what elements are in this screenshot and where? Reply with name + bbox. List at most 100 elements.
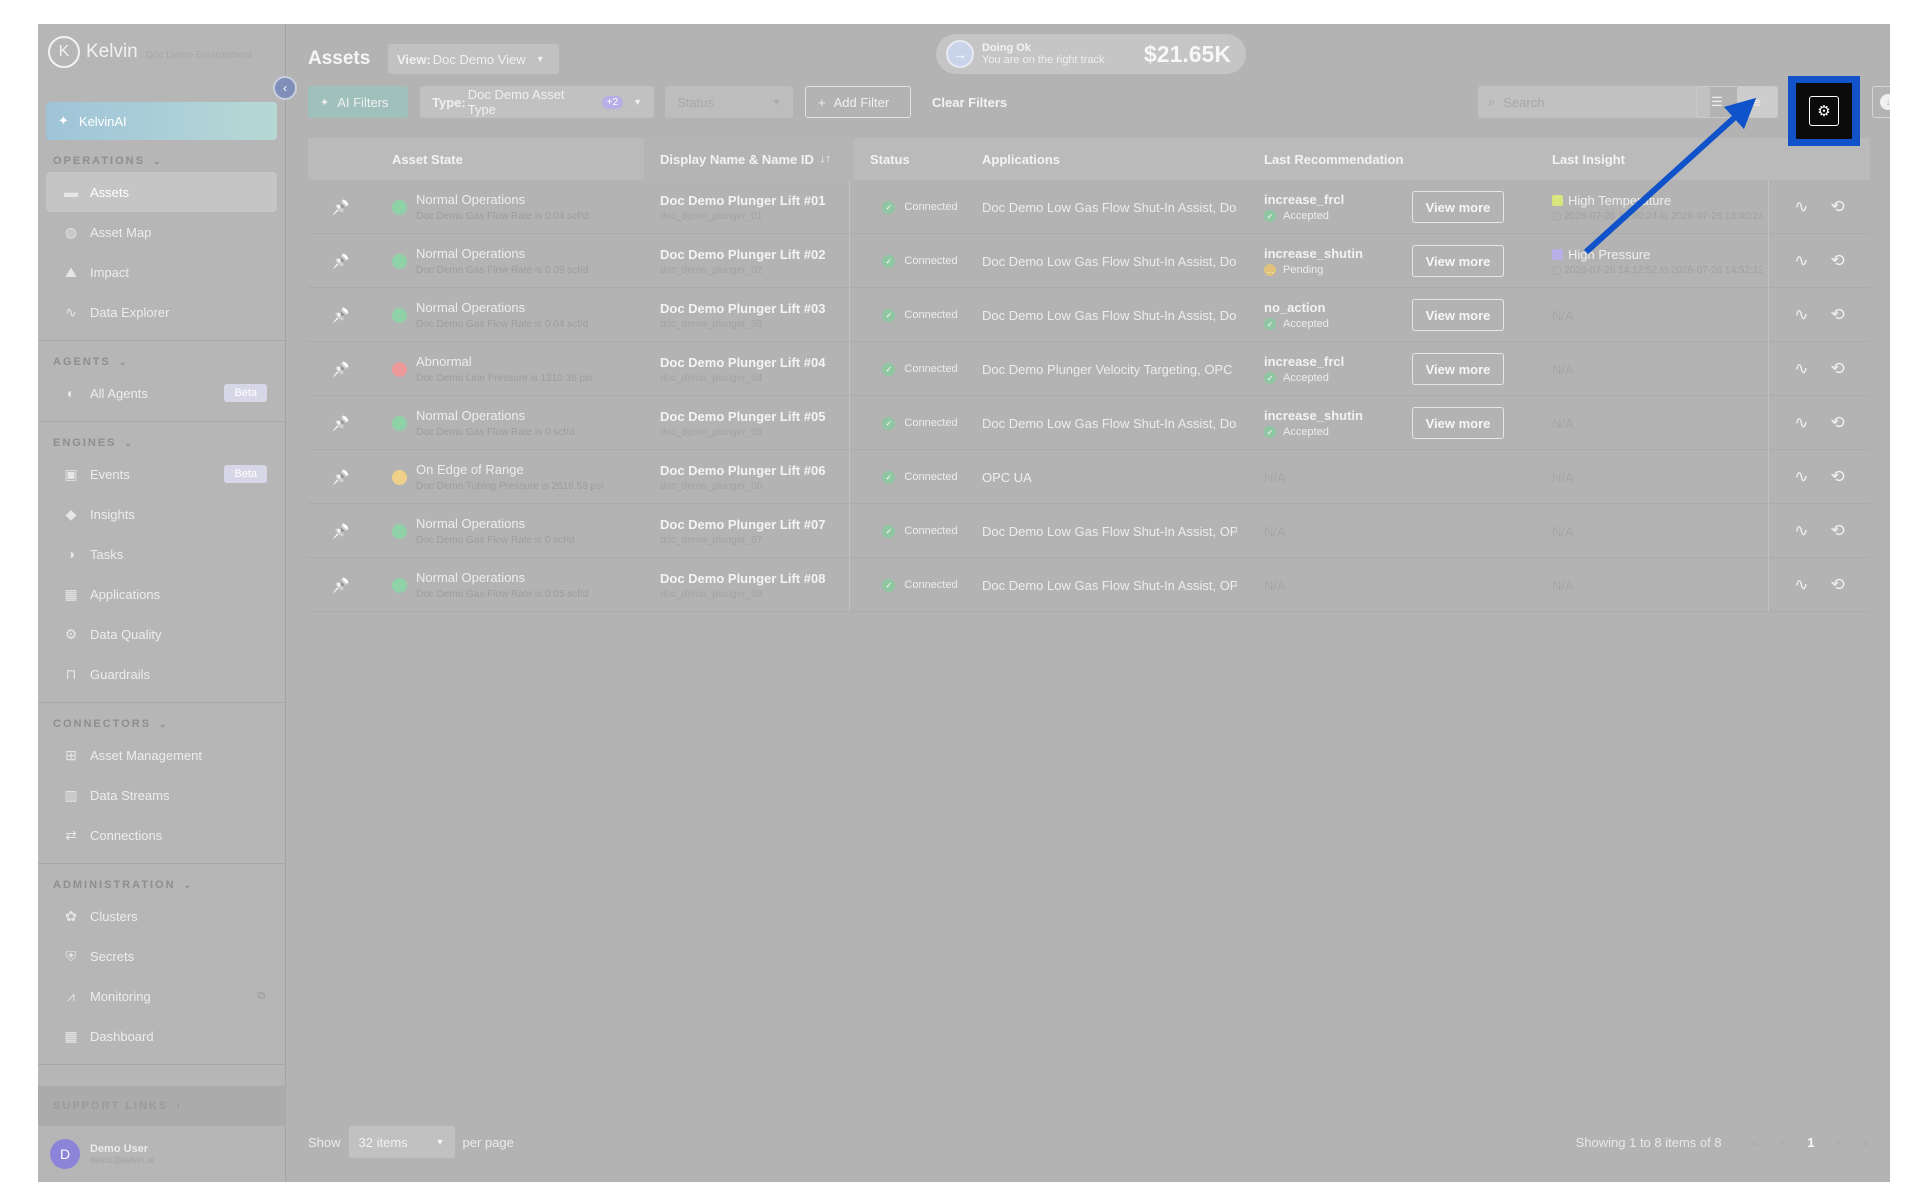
table-settings-button[interactable]: ⚙ [1796, 83, 1852, 139]
ai-filters-button[interactable]: ✦ AI Filters [308, 86, 408, 118]
first-page-icon[interactable]: « [1752, 1135, 1759, 1150]
sidebar-item-all-agents[interactable]: ◐ All Agents Beta [46, 373, 277, 413]
sidebar-item-data-streams[interactable]: ▥ Data Streams [46, 775, 277, 815]
brand[interactable]: K Kelvin Doc Demo Environment [38, 24, 285, 80]
next-page-icon[interactable]: › [1836, 1135, 1840, 1150]
table-row[interactable]: 📌 Normal Operations Doc Demo Gas Flow Rate… [308, 396, 1870, 450]
view-selector[interactable]: View: Doc Demo View ▼ [388, 44, 559, 74]
column-last-insight[interactable]: Last Insight [1552, 138, 1625, 180]
column-last-recommendation[interactable]: Last Recommendation [1264, 138, 1403, 180]
pin-icon[interactable]: 📌 [332, 180, 350, 234]
density-comfortable-icon[interactable]: ☰ [1697, 87, 1737, 117]
sidebar-item-secrets[interactable]: ⛨ Secrets [46, 936, 277, 976]
table-row[interactable]: 📌 Normal Operations Doc Demo Gas Flow Rate… [308, 504, 1870, 558]
clear-filters-button[interactable]: Clear Filters [920, 86, 1019, 118]
data-explorer-icon[interactable]: ∿ [1794, 521, 1808, 541]
asset-settings-icon[interactable]: ⟲ [1831, 251, 1845, 271]
per-page-select[interactable]: 32 items ▼ [348, 1126, 455, 1158]
sidebar-item-connections[interactable]: ⇄ Connections [46, 815, 277, 855]
asset-settings-icon[interactable]: ⟲ [1831, 359, 1845, 379]
data-explorer-icon[interactable]: ∿ [1794, 251, 1808, 271]
search-input[interactable]: ⌕ Search [1478, 86, 1710, 118]
sidebar-item-dashboard[interactable]: ▦ Dashboard [46, 1016, 277, 1056]
asset-display-name[interactable]: Doc Demo Plunger Lift #01 [660, 193, 849, 208]
asset-settings-icon[interactable]: ⟲ [1831, 197, 1845, 217]
last-page-icon[interactable]: » [1863, 1135, 1870, 1150]
asset-display-name[interactable]: Doc Demo Plunger Lift #03 [660, 301, 849, 316]
data-explorer-icon[interactable]: ∿ [1794, 197, 1808, 217]
view-more-button[interactable]: View more [1412, 299, 1504, 331]
user-profile[interactable]: D Demo User demo@kelvin.ai [38, 1126, 286, 1182]
kelvinai-button[interactable]: ✦ KelvinAI [46, 102, 277, 140]
pin-icon[interactable]: 📌 [332, 558, 350, 612]
sidebar-item-impact[interactable]: ⛰ Impact [46, 252, 277, 292]
density-compact-icon[interactable]: ≡ [1737, 87, 1777, 117]
prev-page-icon[interactable]: ‹ [1781, 1135, 1785, 1150]
pin-icon[interactable]: 📌 [332, 342, 350, 396]
asset-display-name[interactable]: Doc Demo Plunger Lift #05 [660, 409, 849, 424]
collapse-sidebar-button[interactable]: ‹ [273, 76, 297, 100]
asset-settings-icon[interactable]: ⟲ [1831, 575, 1845, 595]
view-more-button[interactable]: View more [1412, 245, 1504, 277]
table-row[interactable]: 📌 Normal Operations Doc Demo Gas Flow Rate… [308, 558, 1870, 612]
sidebar-item-clusters[interactable]: ✿ Clusters [46, 896, 277, 936]
pin-icon[interactable]: 📌 [332, 450, 350, 504]
asset-settings-icon[interactable]: ⟲ [1831, 413, 1845, 433]
asset-name[interactable]: Doc Demo Plunger Lift #05 doc_demo_plunge… [660, 396, 850, 450]
sidebar-section-title[interactable]: ADMINISTRATION ⌄ [38, 874, 285, 896]
pin-icon[interactable]: 📌 [332, 234, 350, 288]
sidebar-item-data-explorer[interactable]: ∿ Data Explorer [46, 292, 277, 332]
data-explorer-icon[interactable]: ∿ [1794, 305, 1808, 325]
asset-name[interactable]: Doc Demo Plunger Lift #07 doc_demo_plunge… [660, 504, 850, 558]
sidebar-section-title[interactable]: OPERATIONS ⌄ [38, 150, 285, 172]
asset-display-name[interactable]: Doc Demo Plunger Lift #08 [660, 571, 849, 586]
sidebar-item-monitoring[interactable]: ⩘ Monitoring ⧉ [46, 976, 277, 1016]
current-page[interactable]: 1 [1807, 1135, 1814, 1150]
pin-icon[interactable]: 📌 [332, 288, 350, 342]
data-explorer-icon[interactable]: ∿ [1794, 575, 1808, 595]
sidebar-item-insights[interactable]: ◆ Insights [46, 494, 277, 534]
column-asset-state[interactable]: Asset State [392, 138, 463, 180]
sidebar-section-title[interactable]: CONNECTORS ⌄ [38, 713, 285, 735]
asset-name[interactable]: Doc Demo Plunger Lift #04 doc_demo_plunge… [660, 342, 850, 396]
sidebar-item-guardrails[interactable]: ⊓ Guardrails [46, 654, 277, 694]
data-explorer-icon[interactable]: ∿ [1794, 467, 1808, 487]
sidebar-item-asset-map[interactable]: ◍ Asset Map [46, 212, 277, 252]
sidebar-item-tasks[interactable]: ◑ Tasks [46, 534, 277, 574]
column-applications[interactable]: Applications [982, 138, 1060, 180]
asset-settings-icon[interactable]: ⟲ [1831, 467, 1845, 487]
view-more-button[interactable]: View more [1412, 353, 1504, 385]
asset-settings-icon[interactable]: ⟲ [1831, 305, 1845, 325]
data-explorer-icon[interactable]: ∿ [1794, 413, 1808, 433]
asset-display-name[interactable]: Doc Demo Plunger Lift #04 [660, 355, 849, 370]
asset-display-name[interactable]: Doc Demo Plunger Lift #06 [660, 463, 849, 478]
sidebar-section-title[interactable]: AGENTS ⌄ [38, 351, 285, 373]
asset-name[interactable]: Doc Demo Plunger Lift #01 doc_demo_plunge… [660, 180, 850, 234]
pin-icon[interactable]: 📌 [332, 396, 350, 450]
sidebar-item-data-quality[interactable]: ⚙ Data Quality [46, 614, 277, 654]
column-display-name[interactable]: Display Name & Name ID ↓↑ [644, 138, 854, 180]
asset-name[interactable]: Doc Demo Plunger Lift #08 doc_demo_plunge… [660, 558, 850, 612]
view-more-button[interactable]: View more [1412, 407, 1504, 439]
asset-display-name[interactable]: Doc Demo Plunger Lift #07 [660, 517, 849, 532]
view-more-button[interactable]: View more [1412, 191, 1504, 223]
health-status-pill[interactable]: → Doing Ok You are on the right track $2… [936, 34, 1246, 74]
sidebar-item-applications[interactable]: ▦ Applications [46, 574, 277, 614]
sidebar-section-title[interactable]: ENGINES ⌄ [38, 432, 285, 454]
status-filter[interactable]: Status ▼ [665, 86, 793, 118]
table-row[interactable]: 📌 Normal Operations Doc Demo Gas Flow Rate… [308, 180, 1870, 234]
asset-settings-icon[interactable]: ⟲ [1831, 521, 1845, 541]
sidebar-item-events[interactable]: ▣ Events Beta [46, 454, 277, 494]
table-row[interactable]: 📌 Normal Operations Doc Demo Gas Flow Rate… [308, 288, 1870, 342]
table-row[interactable]: 📌 On Edge of Range Doc Demo Tubing Pressur… [308, 450, 1870, 504]
pin-icon[interactable]: 📌 [332, 504, 350, 558]
support-links[interactable]: SUPPORT LINKS › [38, 1086, 286, 1126]
asset-name[interactable]: Doc Demo Plunger Lift #03 doc_demo_plunge… [660, 288, 850, 342]
download-button[interactable]: ↓ [1872, 86, 1890, 118]
add-filter-button[interactable]: + Add Filter [805, 86, 911, 118]
sidebar-item-assets[interactable]: ▬ Assets [46, 172, 277, 212]
asset-display-name[interactable]: Doc Demo Plunger Lift #02 [660, 247, 849, 262]
column-status[interactable]: Status [870, 138, 910, 180]
table-row[interactable]: 📌 Normal Operations Doc Demo Gas Flow Rate… [308, 234, 1870, 288]
type-filter[interactable]: Type: Doc Demo Asset Type +2 ▼ [420, 86, 654, 118]
